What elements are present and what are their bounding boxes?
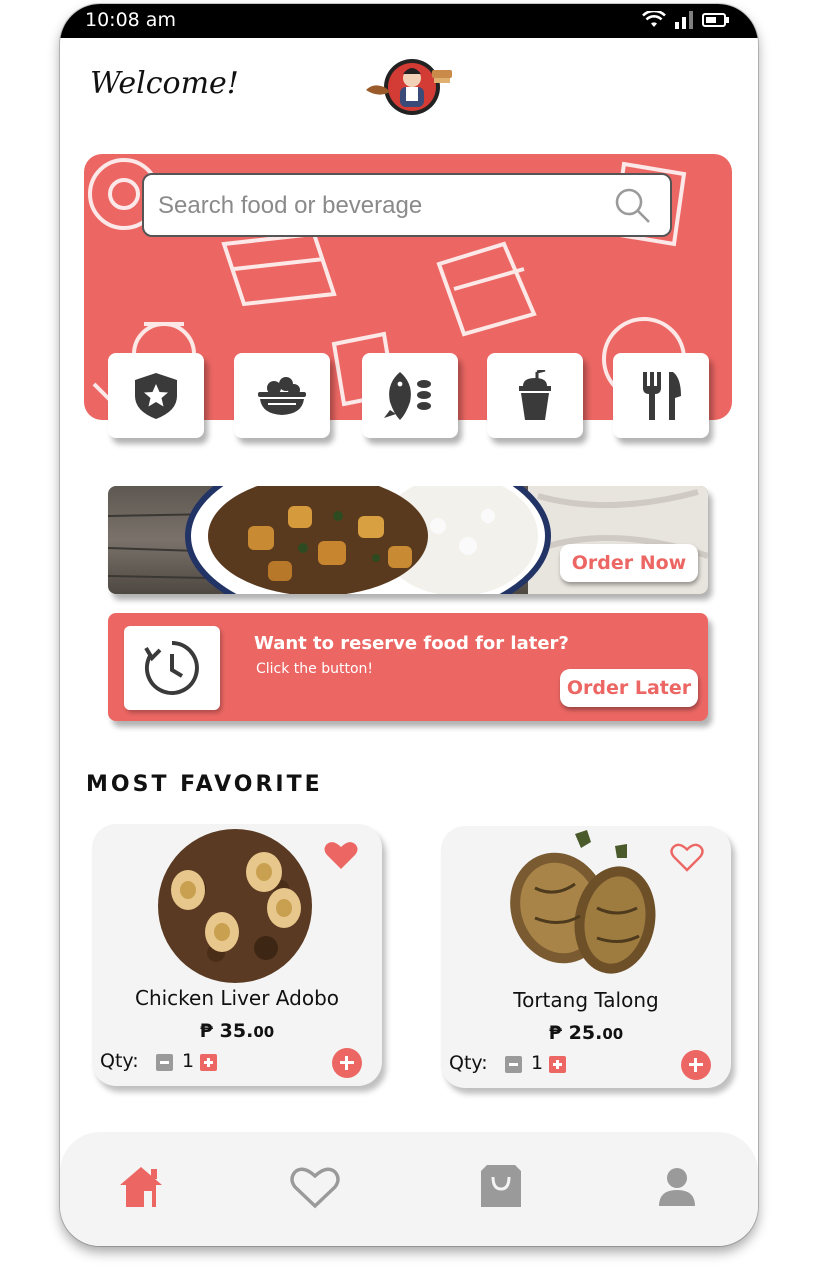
phone-frame: 10:08 am Welcome! Search food or beverag… <box>60 4 758 1246</box>
product-card-chicken-liver-adobo[interactable]: Chicken Liver Adobo ₱ 35.00 Qty: 1 <box>92 824 382 1086</box>
reserve-card: Want to reserve food for later? Click th… <box>108 613 708 721</box>
home-icon <box>120 1167 162 1207</box>
status-bar: 10:08 am <box>60 4 758 38</box>
brand-logo <box>366 59 452 115</box>
nav-favorites[interactable] <box>290 1162 340 1212</box>
qty-value: 1 <box>182 1050 195 1072</box>
price-cents: 00 <box>253 1023 275 1041</box>
currency-symbol: ₱ <box>548 1022 563 1044</box>
category-button-seafood[interactable] <box>362 353 458 438</box>
reserve-subtitle: Click the button! <box>256 661 374 677</box>
order-now-button[interactable]: Order Now <box>560 544 698 582</box>
status-icons <box>642 11 730 29</box>
nav-home[interactable] <box>116 1162 166 1212</box>
clock-box <box>124 626 220 710</box>
product-name: Chicken Liver Adobo <box>134 986 339 1010</box>
nav-profile[interactable] <box>652 1162 702 1212</box>
signal-icon <box>675 11 693 29</box>
battery-icon <box>702 13 729 27</box>
qty-increase-button[interactable] <box>549 1056 566 1073</box>
search-icon[interactable] <box>614 187 652 225</box>
qty-label: Qty: <box>100 1050 139 1072</box>
qty-value: 1 <box>531 1052 544 1074</box>
salad-bowl-icon <box>258 376 306 415</box>
search-input[interactable] <box>156 189 600 223</box>
tortang-talong-photo <box>510 830 656 974</box>
fish-icon <box>384 371 431 420</box>
wifi-icon <box>642 11 666 27</box>
search-box[interactable] <box>142 173 672 237</box>
drink-cup-icon <box>519 369 551 420</box>
heart-outline-icon[interactable] <box>670 842 704 872</box>
currency-symbol: ₱ <box>199 1020 214 1042</box>
qty-decrease-button[interactable] <box>505 1056 522 1073</box>
chicken-liver-adobo-photo <box>158 829 312 983</box>
order-later-button[interactable]: Order Later <box>560 669 698 707</box>
price-cents: 00 <box>602 1025 624 1043</box>
bottom-nav <box>60 1132 758 1246</box>
product-price: ₱ 25.00 <box>441 1022 731 1044</box>
nav-cart[interactable] <box>476 1162 526 1212</box>
price-main: 25. <box>568 1022 603 1044</box>
product-price: ₱ 35.00 <box>92 1020 382 1042</box>
product-name: Tortang Talong <box>513 988 659 1012</box>
add-to-cart-button[interactable] <box>681 1050 711 1080</box>
status-time: 10:08 am <box>85 9 176 31</box>
clock-history-icon <box>144 641 199 695</box>
fork-knife-icon <box>643 371 681 420</box>
price-main: 35. <box>219 1020 254 1042</box>
product-card-tortang-talong[interactable]: Tortang Talong ₱ 25.00 Qty: 1 <box>441 826 731 1088</box>
qty-increase-button[interactable] <box>200 1054 217 1071</box>
category-button-featured[interactable] <box>108 353 204 438</box>
category-button-meals[interactable] <box>234 353 330 438</box>
heart-filled-icon[interactable] <box>324 840 358 870</box>
most-favorite-title: MOST FAVORITE <box>86 772 323 797</box>
qty-decrease-button[interactable] <box>156 1054 173 1071</box>
category-button-dining[interactable] <box>613 353 709 438</box>
heart-icon <box>290 1167 340 1209</box>
qty-label: Qty: <box>449 1052 488 1074</box>
reserve-title: Want to reserve food for later? <box>254 633 569 654</box>
promo-banner[interactable]: Order Now <box>108 486 708 594</box>
category-button-drinks[interactable] <box>487 353 583 438</box>
star-badge-icon <box>135 372 177 419</box>
user-icon <box>659 1168 695 1206</box>
welcome-text: Welcome! <box>90 66 239 101</box>
add-to-cart-button[interactable] <box>332 1048 362 1078</box>
shopping-bag-icon <box>481 1165 521 1207</box>
